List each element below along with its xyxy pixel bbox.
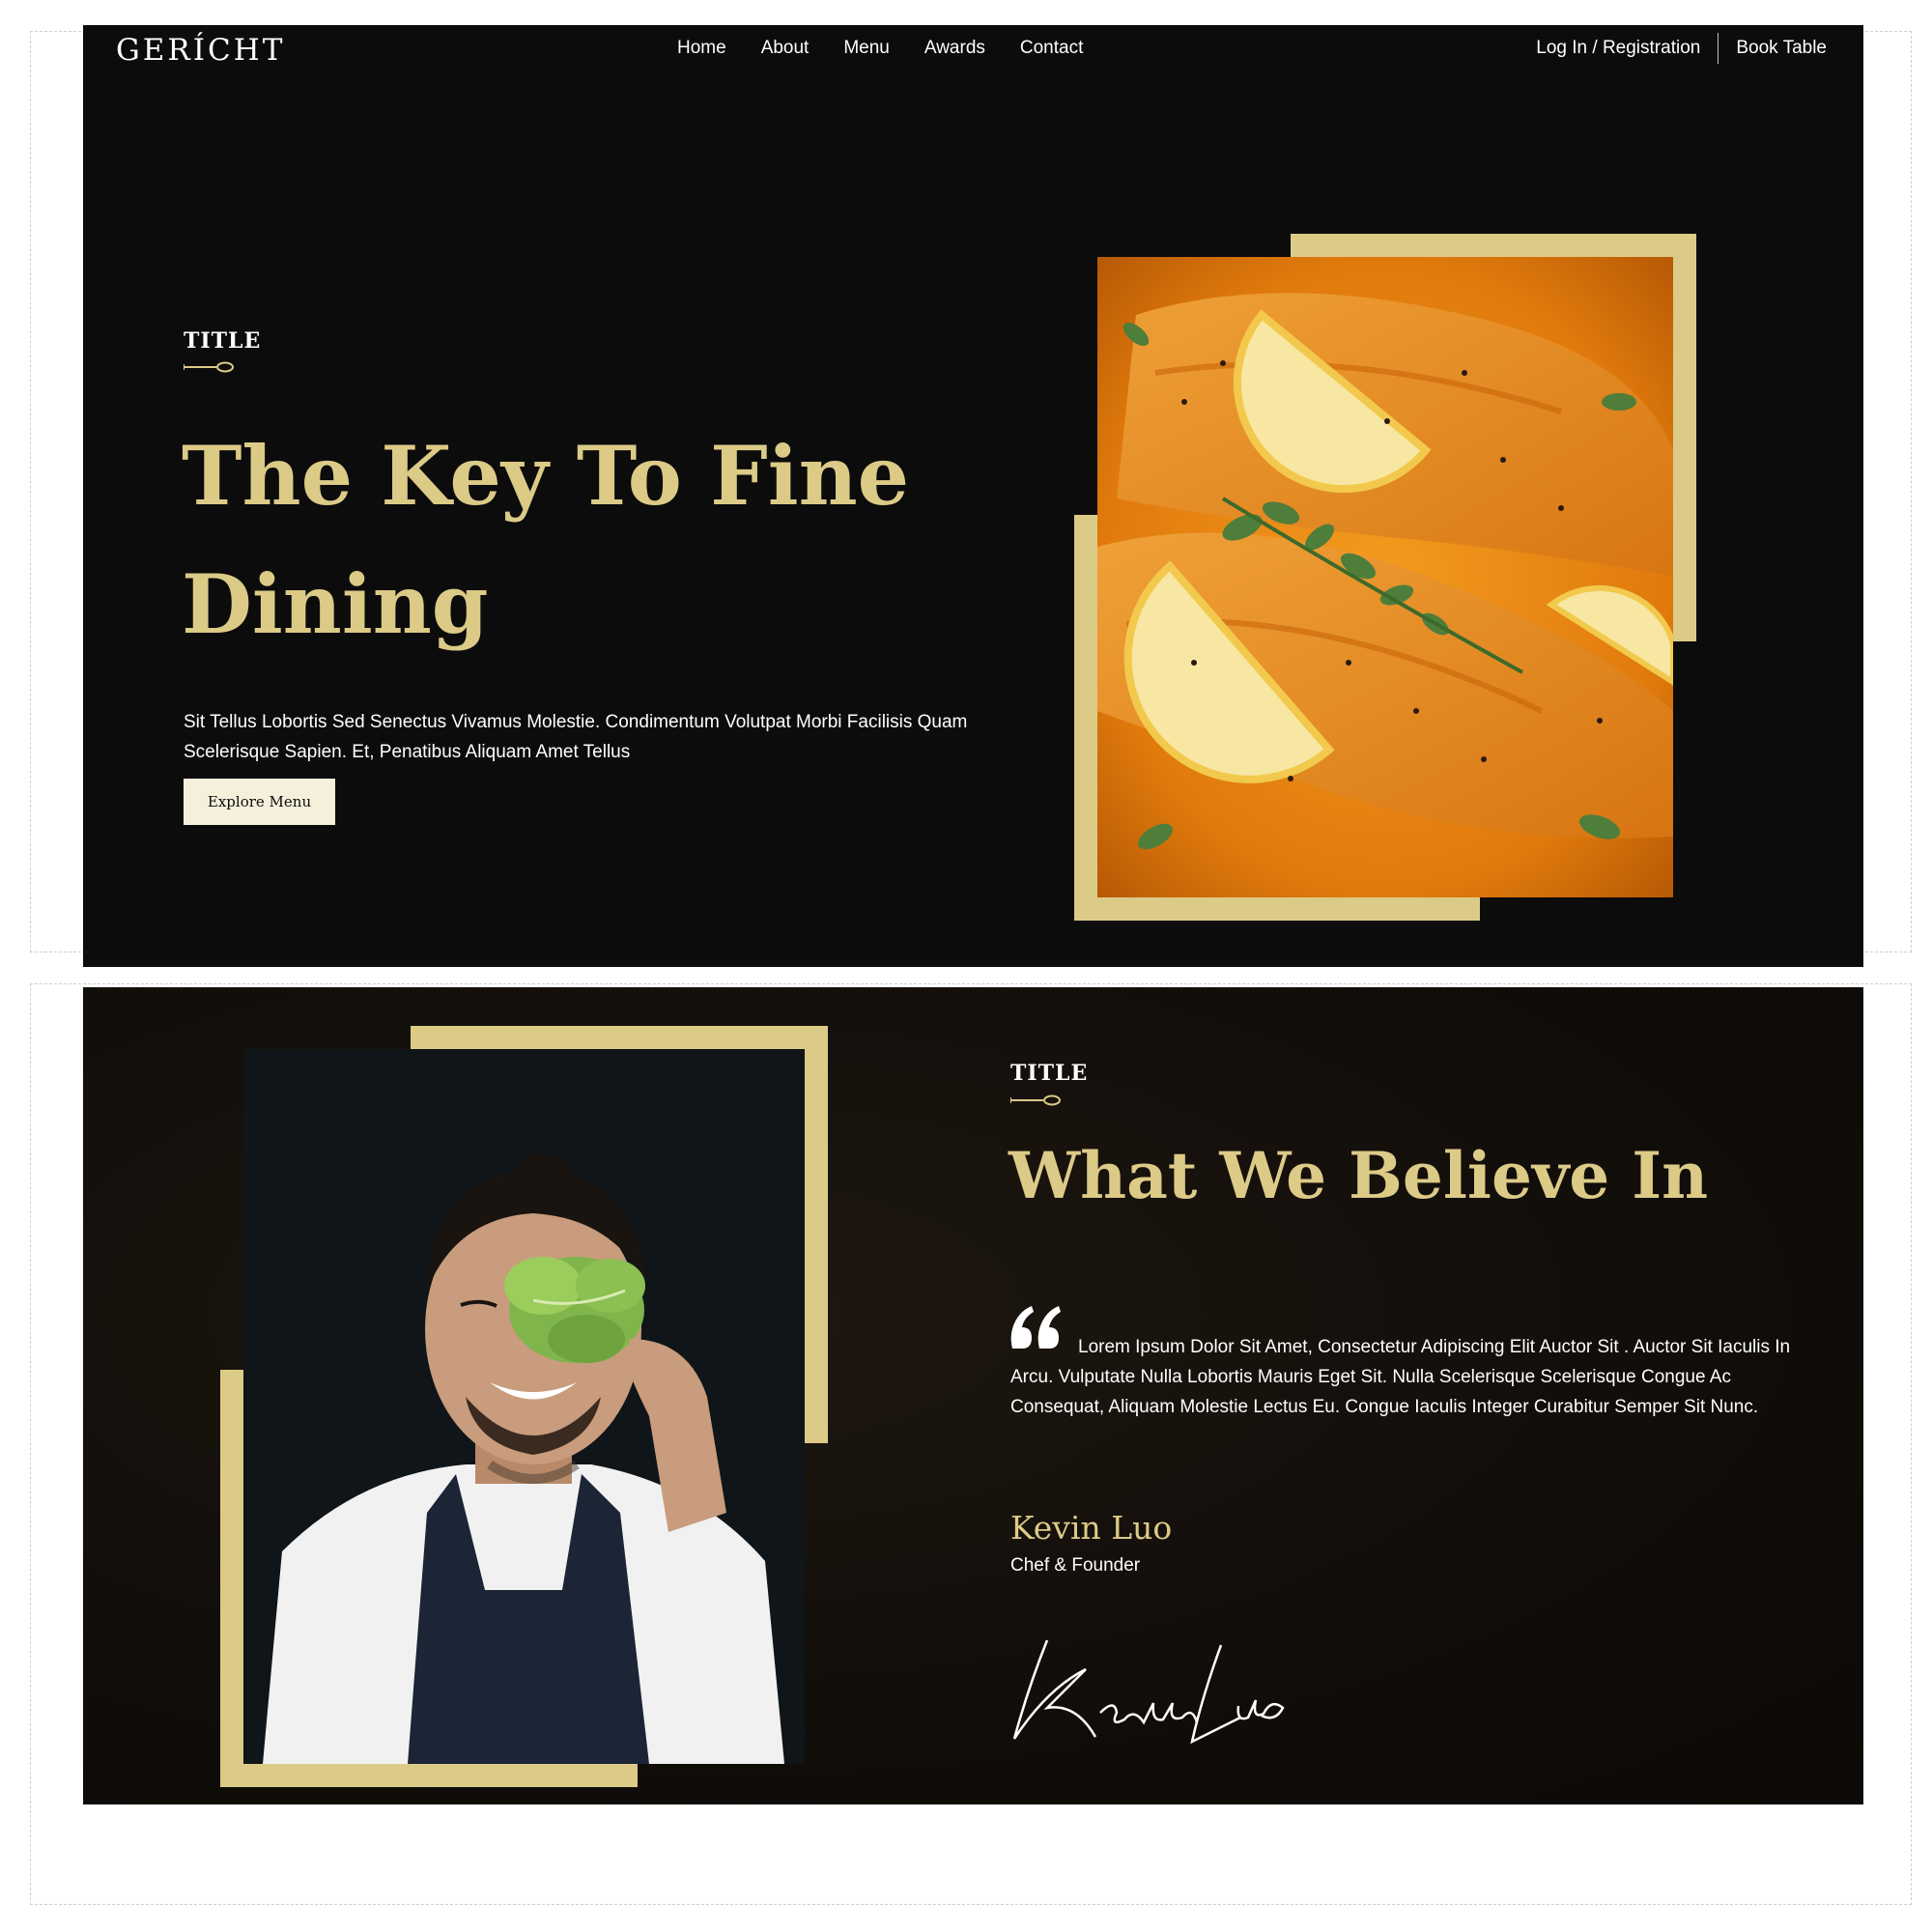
hero-food-image — [1097, 257, 1673, 897]
spoon-divider-icon — [184, 361, 234, 373]
hero-title: The Key To Fine Dining — [182, 412, 974, 668]
hero-description: Sit Tellus Lobortis Sed Senectus Vivamus… — [184, 712, 968, 762]
gold-frame-top — [411, 1026, 828, 1049]
gold-frame-bottom — [1074, 897, 1480, 921]
nav-link-contact[interactable]: Contact — [1020, 38, 1083, 59]
nav-link-menu[interactable]: Menu — [843, 38, 890, 59]
hero-title-line2: Dining — [182, 556, 489, 652]
login-link[interactable]: Log In / Registration — [1536, 38, 1700, 59]
explore-menu-button[interactable]: Explore Menu — [184, 779, 335, 825]
book-table-link[interactable]: Book Table — [1736, 38, 1827, 59]
spoon-divider-icon — [1010, 1094, 1061, 1106]
nav-link-home[interactable]: Home — [677, 38, 726, 59]
hero-section: GERÍCHT Home About Menu Awards Contact L… — [83, 25, 1863, 967]
brand-logo[interactable]: GERÍCHT — [116, 27, 285, 73]
gold-frame-left — [220, 1370, 243, 1787]
gold-frame-left — [1074, 515, 1097, 921]
about-section: TITLE What We Believe In Lorem Ipsum Dol… — [83, 987, 1863, 1804]
main-nav: Home About Menu Awards Contact — [677, 25, 1083, 71]
nav-link-about[interactable]: About — [761, 38, 810, 59]
gold-frame-top — [1291, 234, 1696, 257]
nav-divider — [1718, 33, 1719, 64]
chef-name: Kevin Luo — [1010, 1509, 1173, 1547]
about-eyebrow: TITLE — [1010, 1061, 1089, 1086]
signature-image — [1012, 1639, 1285, 1745]
hero-title-line1: The Key To Fine — [182, 428, 910, 524]
gold-frame-right — [1673, 234, 1696, 641]
hero-eyebrow: TITLE — [184, 328, 262, 354]
chef-role: Chef & Founder — [1010, 1555, 1141, 1576]
nav-actions: Log In / Registration Book Table — [1536, 31, 1827, 66]
chef-photo — [243, 1049, 805, 1764]
quote-text: Lorem Ipsum Dolor Sit Amet, Consectetur … — [1010, 1337, 1791, 1417]
gold-frame-right — [805, 1026, 828, 1443]
about-title: What We Believe In — [1009, 1138, 1709, 1213]
gold-frame-bottom — [220, 1764, 638, 1787]
nav-link-awards[interactable]: Awards — [924, 38, 985, 59]
